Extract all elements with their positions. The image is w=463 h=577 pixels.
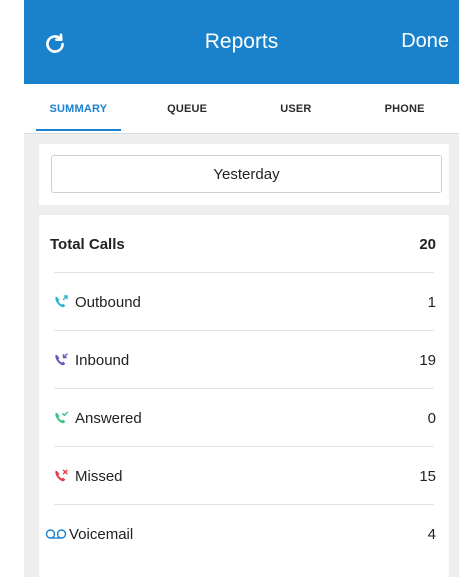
row-value: 19 [419,351,436,369]
row-value: 15 [419,467,436,485]
inbound-call-icon [53,352,75,368]
outbound-row[interactable]: Outbound 1 [39,273,449,331]
row-label: Total Calls [50,235,125,253]
row-label: Outbound [75,293,141,311]
total-calls-row: Total Calls 20 [39,215,449,273]
row-label: Answered [75,409,142,427]
tab-bar: SUMMARY QUEUE USER PHONE [24,84,459,134]
answered-call-icon [53,410,75,426]
missed-call-icon [53,468,75,484]
row-value: 4 [427,525,436,543]
row-label: Missed [75,467,123,485]
row-value: 0 [427,409,436,427]
missed-row[interactable]: Missed 15 [39,447,449,505]
outbound-call-icon [53,294,75,310]
voicemail-icon [45,528,69,540]
date-card: Yesterday [39,144,449,205]
voicemail-row[interactable]: Voicemail 4 [39,505,449,563]
tab-queue[interactable]: QUEUE [133,84,242,133]
tab-summary[interactable]: SUMMARY [24,84,133,133]
tab-phone[interactable]: PHONE [350,84,459,133]
app-frame: Reports Done SUMMARY QUEUE USER PHONE Ye… [24,0,459,577]
done-button[interactable]: Done [401,30,449,53]
answered-row[interactable]: Answered 0 [39,389,449,447]
date-range-selector[interactable]: Yesterday [51,155,442,193]
summary-list: Total Calls 20 Outbound 1 Inbound 19 Ans… [39,215,449,577]
tab-user[interactable]: USER [242,84,351,133]
page-title: Reports [204,30,279,53]
row-label: Inbound [75,351,130,369]
row-value: 20 [419,235,436,253]
inbound-row[interactable]: Inbound 19 [39,331,449,389]
row-value: 1 [427,293,436,311]
row-label: Voicemail [69,525,134,543]
top-bar: Reports Done [24,0,459,84]
